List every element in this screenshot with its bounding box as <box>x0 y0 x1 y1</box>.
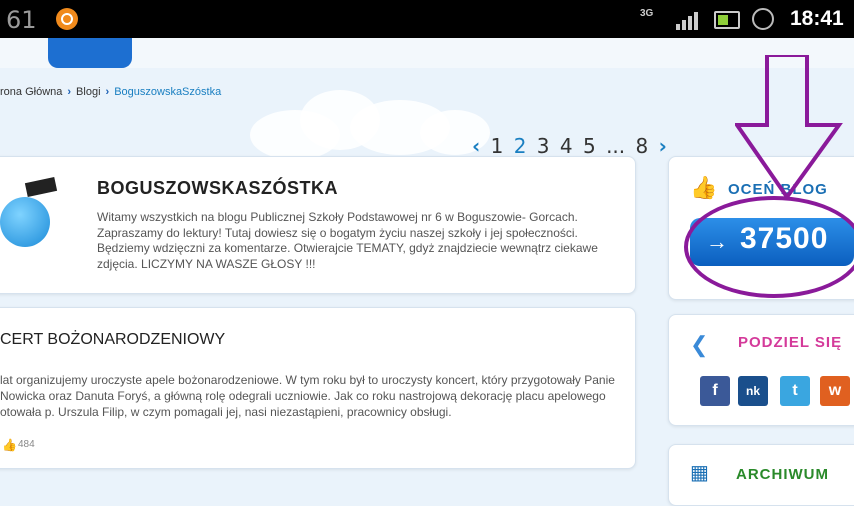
breadcrumb-current[interactable]: BoguszowskaSzóstka <box>114 86 221 98</box>
signal-icon <box>676 10 700 30</box>
page-link[interactable]: 8 <box>636 134 649 158</box>
annotation-ellipse <box>684 196 854 298</box>
status-number: 61 <box>6 6 37 34</box>
page-link[interactable]: 3 <box>537 134 550 158</box>
breadcrumb-home[interactable]: rona Główna <box>0 86 62 98</box>
page-link[interactable]: 4 <box>560 134 573 158</box>
blog-logo <box>0 175 74 273</box>
blog-description: Witamy wszystkich na blogu Publicznej Sz… <box>97 210 598 271</box>
header-logo-tab[interactable] <box>48 38 132 68</box>
page-ellipsis: ... <box>606 134 626 158</box>
archive-title[interactable]: ARCHIWUM <box>736 466 829 483</box>
post-title[interactable]: CERT BOŻONARODZENIOWY <box>0 331 225 349</box>
status-bar: 61 3G 18:41 <box>0 0 854 38</box>
pagination-next[interactable]: › <box>659 134 667 158</box>
notification-icon <box>56 8 78 30</box>
graduation-cap-icon <box>24 177 58 197</box>
page-link[interactable]: 5 <box>583 134 596 158</box>
post-excerpt: lat organizujemy uroczyste apele bożonar… <box>0 373 615 419</box>
pagination: ‹ 1 2 3 4 5 ... 8 › <box>472 134 671 158</box>
annotation-arrow <box>735 55 843 200</box>
facebook-button[interactable]: f <box>700 376 730 406</box>
battery-icon <box>714 11 740 29</box>
post-likes[interactable]: 👍484 <box>2 438 35 452</box>
pagination-prev[interactable]: ‹ <box>472 134 480 158</box>
twitter-button[interactable]: t <box>780 376 810 406</box>
thumbs-up-icon: 👍 <box>2 438 17 452</box>
share-widget <box>668 314 854 426</box>
chevron-right-icon: › <box>105 86 110 98</box>
blog-title: BOGUSZOWSKASZÓSTKA <box>97 178 338 198</box>
breadcrumb: rona Główna › Blogi › BoguszowskaSzóstka <box>0 86 221 98</box>
calendar-icon: ▦ <box>690 462 709 484</box>
nk-button[interactable]: nk <box>738 376 768 406</box>
share-icon: ❮ <box>690 332 709 357</box>
network-type: 3G <box>640 8 654 19</box>
share-title: PODZIEL SIĘ <box>738 334 843 351</box>
page-link-active[interactable]: 2 <box>514 134 527 158</box>
smiley-logo-icon <box>0 197 50 247</box>
chevron-right-icon: › <box>67 86 72 98</box>
wykop-button[interactable]: w <box>820 376 850 406</box>
breadcrumb-blogs[interactable]: Blogi <box>76 86 100 98</box>
alarm-icon <box>752 8 774 30</box>
likes-count: 484 <box>18 439 35 450</box>
page-link[interactable]: 1 <box>491 134 504 158</box>
clock: 18:41 <box>790 7 844 30</box>
thumbs-up-icon: 👍 <box>690 175 718 200</box>
